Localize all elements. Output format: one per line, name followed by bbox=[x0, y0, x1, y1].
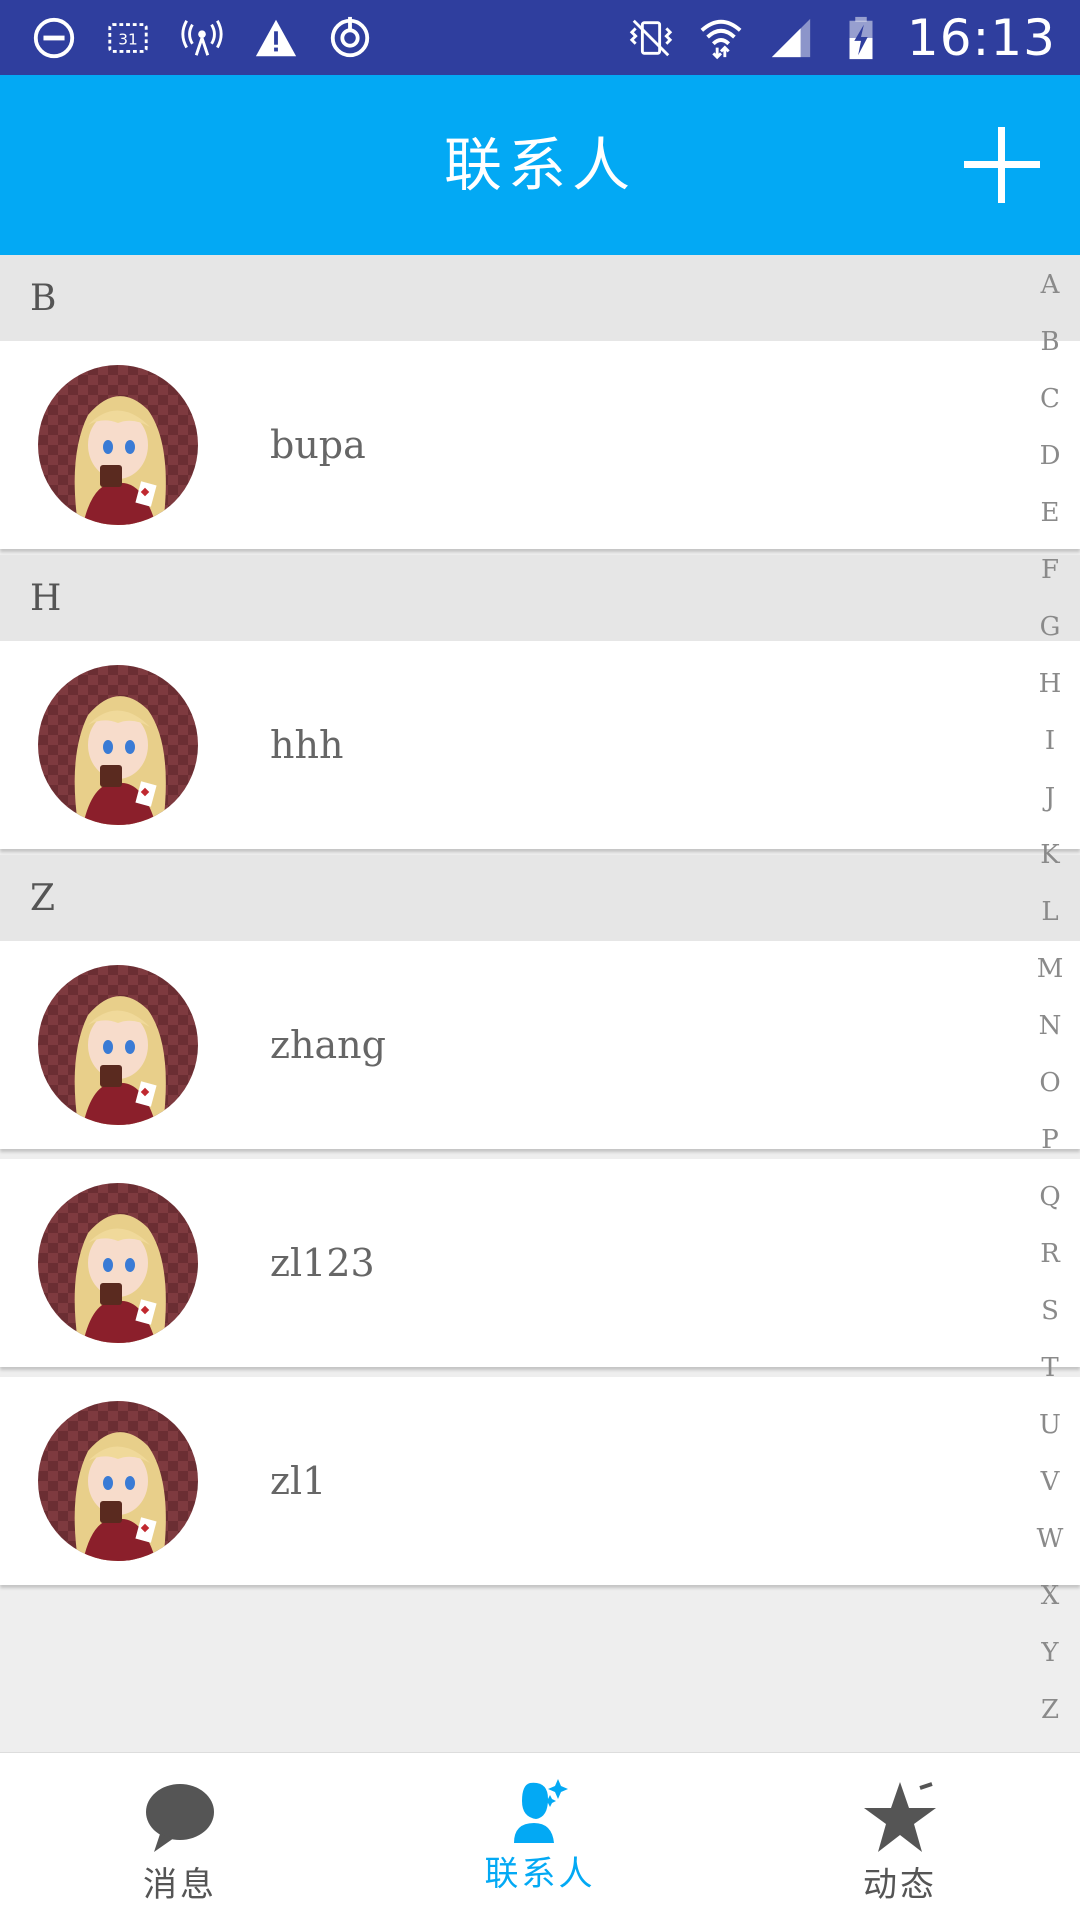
status-time: 16:13 bbox=[906, 8, 1056, 67]
battery-charging-icon bbox=[837, 14, 885, 62]
index-letter-s[interactable]: S bbox=[1020, 1291, 1080, 1348]
contact-name: zhang bbox=[270, 1023, 386, 1067]
index-letter-g[interactable]: G bbox=[1020, 607, 1080, 664]
index-letter-r[interactable]: R bbox=[1020, 1234, 1080, 1291]
contact-row[interactable]: zl1 bbox=[0, 1377, 1080, 1585]
section-header-h: H bbox=[0, 555, 1080, 641]
tab-label: 消息 bbox=[143, 1865, 217, 1905]
index-letter-w[interactable]: W bbox=[1020, 1519, 1080, 1576]
index-letter-a[interactable]: A bbox=[1020, 265, 1080, 322]
contact-list[interactable]: B bupa H hhh Z zhang zl123 zl1 bbox=[0, 255, 1080, 1595]
wifi-icon bbox=[697, 14, 745, 62]
tab-label: 动态 bbox=[863, 1865, 937, 1905]
tab-label: 联系人 bbox=[484, 1854, 596, 1894]
warning-icon bbox=[252, 14, 300, 62]
index-letter-z[interactable]: Z bbox=[1020, 1690, 1080, 1747]
add-contact-button[interactable] bbox=[964, 127, 1040, 203]
index-letter-e[interactable]: E bbox=[1020, 493, 1080, 550]
sync-icon bbox=[326, 14, 374, 62]
index-letter-p[interactable]: P bbox=[1020, 1120, 1080, 1177]
index-letter-i[interactable]: I bbox=[1020, 721, 1080, 778]
vibrate-icon bbox=[627, 14, 675, 62]
index-letter-m[interactable]: M bbox=[1020, 949, 1080, 1006]
tab-contacts[interactable]: 联系人 bbox=[360, 1753, 720, 1921]
contact-row[interactable]: zhang bbox=[0, 941, 1080, 1149]
index-letter-o[interactable]: O bbox=[1020, 1063, 1080, 1120]
index-letter-l[interactable]: L bbox=[1020, 892, 1080, 949]
contacts-person-icon bbox=[500, 1771, 580, 1851]
index-letter-d[interactable]: D bbox=[1020, 436, 1080, 493]
avatar[interactable] bbox=[38, 965, 198, 1125]
index-letter-x[interactable]: X bbox=[1020, 1576, 1080, 1633]
contact-name: zl123 bbox=[270, 1241, 375, 1285]
index-letter-n[interactable]: N bbox=[1020, 1006, 1080, 1063]
contact-name: bupa bbox=[270, 423, 366, 467]
contact-name: hhh bbox=[270, 723, 344, 767]
calendar-day: 31 bbox=[118, 30, 138, 48]
alphabet-index[interactable]: ABCDEFGHIJKLMNOPQRSTUVWXYZ bbox=[1020, 265, 1080, 1747]
index-letter-v[interactable]: V bbox=[1020, 1462, 1080, 1519]
contact-row[interactable]: hhh bbox=[0, 641, 1080, 849]
index-letter-b[interactable]: B bbox=[1020, 322, 1080, 379]
contact-row[interactable]: zl123 bbox=[0, 1159, 1080, 1367]
index-letter-k[interactable]: K bbox=[1020, 835, 1080, 892]
index-letter-f[interactable]: F bbox=[1020, 550, 1080, 607]
page-title: 联系人 bbox=[443, 131, 636, 199]
index-letter-h[interactable]: H bbox=[1020, 664, 1080, 721]
chat-bubble-icon bbox=[140, 1778, 220, 1858]
index-letter-q[interactable]: Q bbox=[1020, 1177, 1080, 1234]
tab-messages[interactable]: 消息 bbox=[0, 1753, 360, 1921]
tab-moments[interactable]: 动态 bbox=[720, 1753, 1080, 1921]
avatar[interactable] bbox=[38, 1401, 198, 1561]
cell-signal-icon bbox=[767, 14, 815, 62]
calendar-icon: 31 bbox=[104, 14, 152, 62]
status-icons-right: 16:13 bbox=[627, 0, 1056, 75]
avatar[interactable] bbox=[38, 1183, 198, 1343]
status-icons-left: 31 bbox=[30, 0, 374, 75]
index-letter-j[interactable]: J bbox=[1020, 778, 1080, 835]
section-header-z: Z bbox=[0, 855, 1080, 941]
avatar[interactable] bbox=[38, 365, 198, 525]
index-letter-t[interactable]: T bbox=[1020, 1348, 1080, 1405]
bottom-nav: 消息 联系人 动态 bbox=[0, 1752, 1080, 1921]
index-letter-c[interactable]: C bbox=[1020, 379, 1080, 436]
app-bar: 联系人 bbox=[0, 75, 1080, 255]
section-header-b: B bbox=[0, 255, 1080, 341]
status-bar: 31 16:13 bbox=[0, 0, 1080, 75]
avatar[interactable] bbox=[38, 665, 198, 825]
index-letter-y[interactable]: Y bbox=[1020, 1633, 1080, 1690]
signal-broadcast-icon bbox=[178, 14, 226, 62]
star-icon bbox=[860, 1778, 940, 1858]
index-letter-u[interactable]: U bbox=[1020, 1405, 1080, 1462]
contact-name: zl1 bbox=[270, 1459, 327, 1503]
do-not-disturb-icon bbox=[30, 14, 78, 62]
contact-row[interactable]: bupa bbox=[0, 341, 1080, 549]
